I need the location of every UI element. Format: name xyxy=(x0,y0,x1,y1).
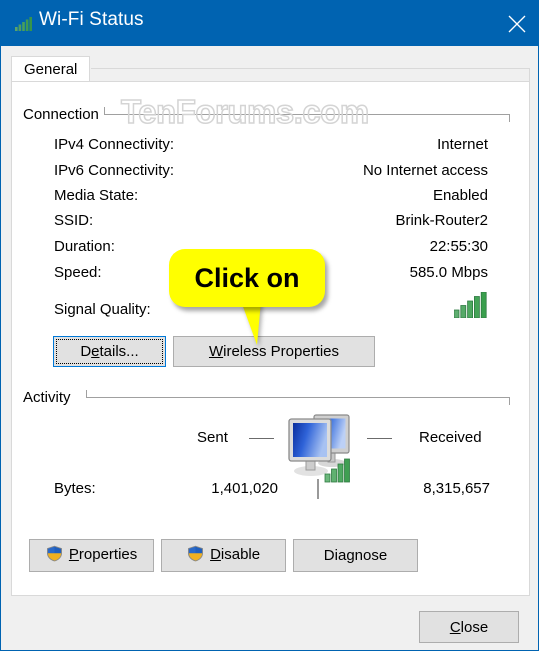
diagnose-label-a: Dia xyxy=(323,547,347,564)
connection-group-line-tick-right xyxy=(509,114,510,122)
bytes-sent-value: 1,401,020 xyxy=(211,480,278,497)
properties-label: roperties xyxy=(78,546,138,564)
diagnose-label-b: nose xyxy=(354,547,388,564)
row-value-duration: 22:55:30 xyxy=(429,238,488,255)
close-icon[interactable] xyxy=(494,1,538,46)
window-title: Wi-Fi Status xyxy=(39,9,144,30)
connection-group-line xyxy=(104,114,510,115)
callout-text: Click on xyxy=(194,263,300,293)
disable-accel: D xyxy=(210,546,221,564)
disable-button[interactable]: Disable xyxy=(161,539,286,572)
connection-group-line-tick-left xyxy=(104,107,105,115)
activity-received-label: Received xyxy=(419,429,482,446)
wireless-properties-label: ireless Properties xyxy=(223,343,340,360)
details-button-accel: e xyxy=(91,343,100,360)
row-label-ssid: SSID: xyxy=(54,212,94,229)
row-label-duration: Duration: xyxy=(54,238,115,255)
wireless-properties-accel: W xyxy=(208,343,224,360)
row-label-ipv4: IPv4 Connectivity: xyxy=(54,136,175,153)
properties-button[interactable]: Properties xyxy=(29,539,154,572)
uac-shield-icon xyxy=(187,545,208,566)
row-value-ssid: Brink-Router2 xyxy=(395,212,488,229)
row-label-ipv6: IPv6 Connectivity: xyxy=(54,162,175,179)
row-label-media-state: Media State: xyxy=(54,187,139,204)
wifi-status-dialog: Wi-Fi Status General Connection TenForum… xyxy=(0,0,539,651)
activity-dash-right xyxy=(367,438,392,439)
title-bar: Wi-Fi Status xyxy=(1,1,538,46)
wifi-signal-icon xyxy=(15,17,33,31)
tab-strip: General xyxy=(11,56,530,82)
activity-dash-left xyxy=(249,438,274,439)
activity-group-line xyxy=(86,397,510,398)
wireless-properties-button[interactable]: Wireless Properties xyxy=(173,336,375,367)
close-button[interactable]: Close xyxy=(419,611,519,643)
click-on-callout: Click on xyxy=(169,249,325,307)
close-button-label: lose xyxy=(460,618,489,636)
bytes-divider xyxy=(317,479,319,499)
signal-bars-icon xyxy=(454,292,488,318)
diagnose-button[interactable]: Diagnose xyxy=(293,539,418,572)
tab-strip-filler xyxy=(91,68,530,82)
activity-group-line-tick-left xyxy=(86,390,87,398)
close-button-accel: C xyxy=(449,618,461,636)
uac-shield-icon xyxy=(46,545,67,566)
details-button-label-a: D xyxy=(80,343,92,360)
two-computers-network-icon xyxy=(285,408,357,489)
details-button[interactable]: Details... xyxy=(53,336,166,367)
bytes-label: Bytes: xyxy=(54,480,96,497)
diagnose-accel: g xyxy=(346,547,355,564)
activity-group-label: Activity xyxy=(23,389,71,406)
details-button-label-b: tails... xyxy=(99,343,139,360)
properties-accel: P xyxy=(68,546,79,564)
row-value-ipv6: No Internet access xyxy=(362,162,488,179)
row-label-signal-quality: Signal Quality: xyxy=(54,301,151,318)
row-value-speed: 585.0 Mbps xyxy=(409,264,488,281)
activity-group-line-tick-right xyxy=(509,397,510,405)
activity-sent-label: Sent xyxy=(197,429,228,446)
callout-tail xyxy=(241,301,261,345)
connection-group-label: Connection xyxy=(23,106,99,123)
tab-general-label: General xyxy=(24,61,78,78)
row-label-speed: Speed: xyxy=(54,264,102,281)
disable-label: isable xyxy=(220,546,261,564)
tab-general[interactable]: General xyxy=(11,56,91,82)
row-value-media-state: Enabled xyxy=(432,187,488,204)
bytes-received-value: 8,315,657 xyxy=(423,480,490,497)
row-value-ipv4: Internet xyxy=(437,136,488,153)
